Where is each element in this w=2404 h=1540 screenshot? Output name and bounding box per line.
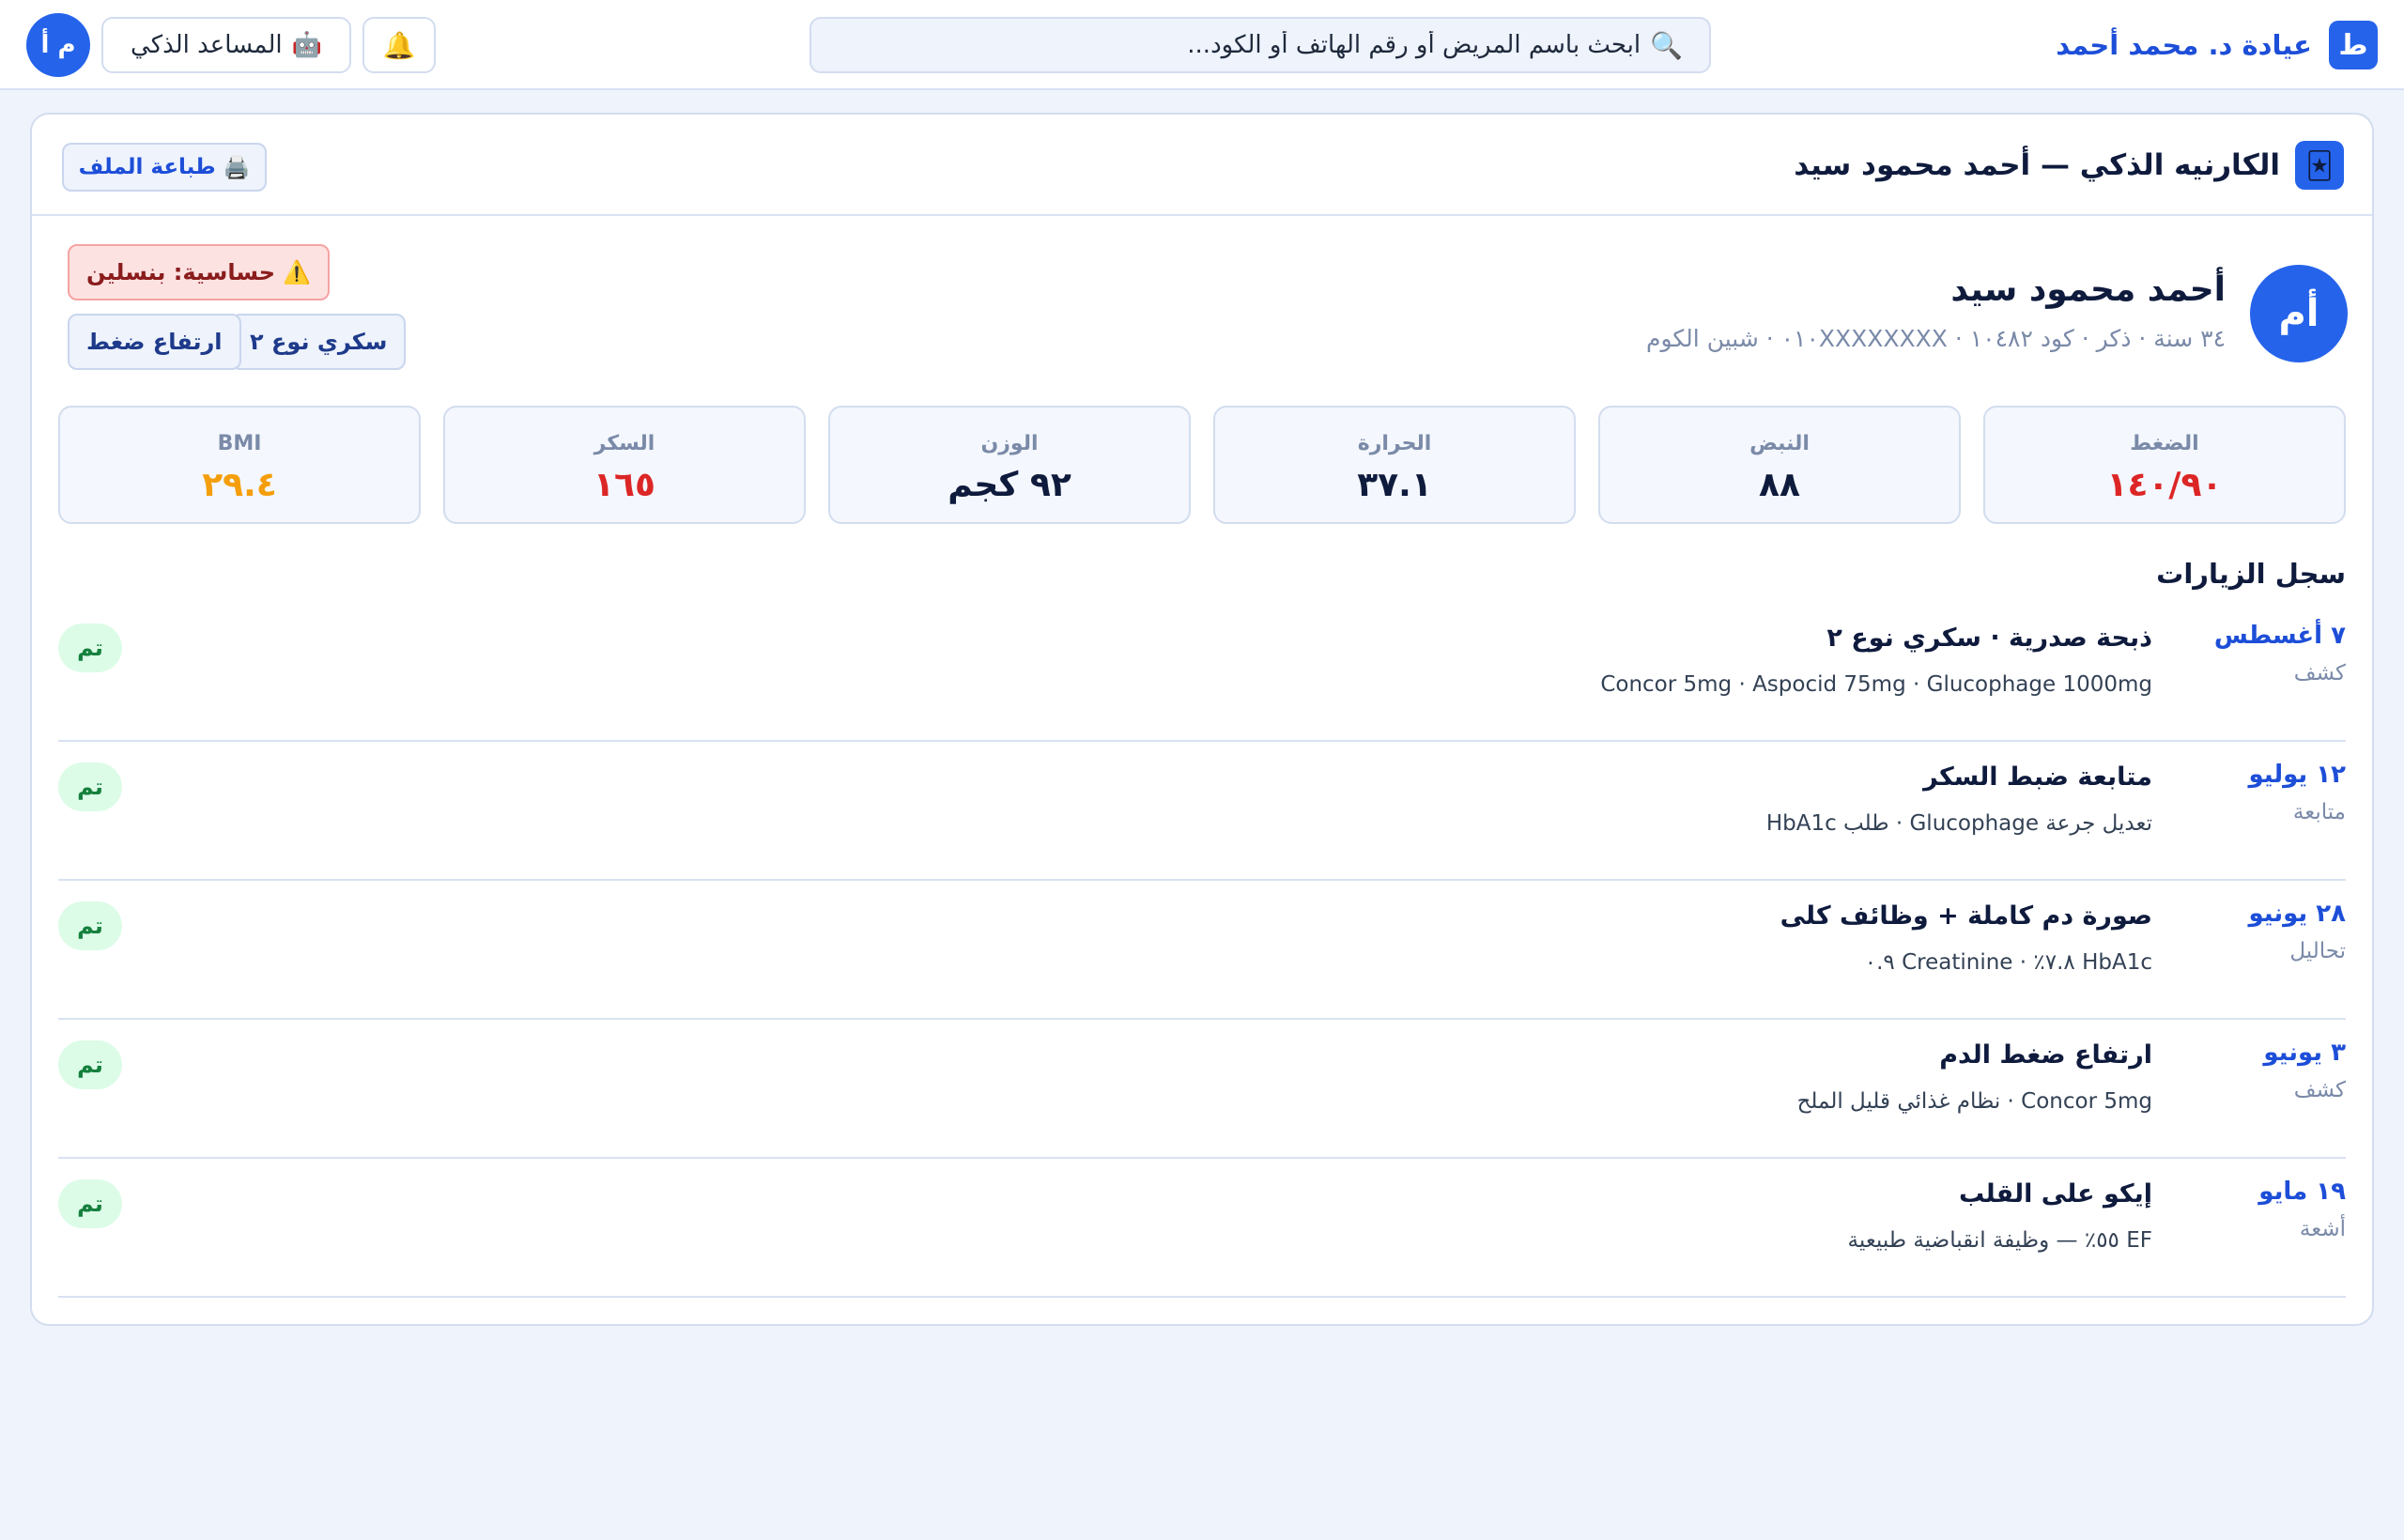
visit-date: ٢٨ يونيو [2248, 900, 2346, 928]
notifications-button[interactable]: 🔔 [362, 17, 436, 73]
vital-value: ١٦٥ [593, 466, 655, 504]
vital-value: ٩٢ كجم [948, 466, 1071, 504]
status-badge: تم [58, 624, 122, 672]
vital-label: الضغط [2130, 432, 2199, 455]
bell-icon: 🔔 [382, 29, 416, 61]
user-avatar[interactable]: م أ [26, 13, 90, 77]
visit-details: EF ٥٥٪ — وظيفة انقباضية طبيعية [1847, 1228, 2152, 1253]
printer-icon: 🖨️ [223, 155, 251, 180]
clinic-name: عيادة د. محمد أحمد [2056, 29, 2312, 61]
vital-label: النبض [1749, 432, 1810, 455]
visit-details: Concor 5mg · Aspocid 75mg · Glucophage 1… [1600, 672, 2152, 697]
visit-row[interactable]: ٣ يونيو كشف ارتفاع ضغط الدم Concor 5mg ·… [58, 1020, 2346, 1159]
vital-card-pulse: النبض ٨٨ [1598, 406, 1961, 524]
visit-title: ذبحة صدرية · سكري نوع ٢ [1826, 624, 2152, 653]
ai-assistant-label: المساعد الذكي [131, 31, 283, 59]
visit-title: ارتفاع ضغط الدم [1939, 1040, 2152, 1070]
search-icon: 🔍 [1650, 29, 1683, 61]
visit-type: كشف [2293, 661, 2346, 685]
status-badge: تم [58, 1179, 122, 1228]
vital-card-sugar: السكر ١٦٥ [443, 406, 806, 524]
patient-avatar: أم [2250, 265, 2348, 362]
clinic-brand[interactable]: ط عيادة د. محمد أحمد [2056, 21, 2378, 69]
visit-history-title: سجل الزيارات [2156, 558, 2346, 590]
vital-card-temperature: الحرارة ٣٧.١ [1213, 406, 1576, 524]
patient-meta: ٣٤ سنة · ذكر · كود ١٠٤٨٢ · ٠١٠XXXXXXXX ·… [1645, 325, 2226, 352]
visit-title: صورة دم كاملة + وظائف كلى [1780, 901, 2152, 931]
visit-row[interactable]: ٧ أغسطس كشف ذبحة صدرية · سكري نوع ٢ Conc… [58, 603, 2346, 742]
visit-details: Concor 5mg · نظام غذائي قليل الملح [1796, 1089, 2152, 1114]
vital-value: ٣٧.١ [1357, 466, 1432, 504]
print-file-label: طباعة الملف [78, 155, 216, 179]
robot-icon: 🤖 [291, 31, 322, 59]
warning-icon: ⚠️ [283, 259, 311, 285]
visit-date: ١٩ مايو [2258, 1178, 2346, 1206]
status-badge: تم [58, 1040, 122, 1089]
allergy-badge: ⚠️ حساسية: بنسلين [68, 244, 330, 300]
condition-tag-diabetes: سكري نوع ٢ [231, 314, 407, 370]
patient-name: أحمد محمود سيد [1950, 270, 2226, 309]
vital-value: ٢٩.٤ [202, 466, 277, 504]
vital-card-weight: الوزن ٩٢ كجم [828, 406, 1191, 524]
top-bar: ط عيادة د. محمد أحمد 🔍 🔔 🤖 المساعد الذكي… [0, 0, 2404, 90]
vital-label: BMI [217, 432, 262, 455]
search-input[interactable] [838, 31, 1641, 59]
visit-row[interactable]: ١٢ يوليو متابعة متابعة ضبط السكر تعديل ج… [58, 742, 2346, 881]
visit-date: ٧ أغسطس [2213, 622, 2346, 650]
visit-type: متابعة [2292, 800, 2346, 824]
allergy-text: حساسية: بنسلين [86, 259, 276, 285]
visit-title: متابعة ضبط السكر [1923, 762, 2152, 792]
vital-card-bmi: BMI ٢٩.٤ [58, 406, 421, 524]
card-icon: 🃏 [2295, 141, 2344, 190]
vital-label: الوزن [980, 432, 1039, 455]
vital-value: ٨٨ [1759, 466, 1800, 504]
ai-assistant-button[interactable]: 🤖 المساعد الذكي [101, 17, 351, 73]
vital-card-blood-pressure: الضغط ١٤٠/٩٠ [1983, 406, 2346, 524]
card-title-group: 🃏 الكارنيه الذكي — أحمد محمود سيد [1794, 141, 2344, 190]
visit-type: تحاليل [2289, 939, 2346, 963]
visit-date: ٣ يونيو [2263, 1039, 2346, 1067]
vital-label: السكر [593, 432, 655, 455]
vital-value: ١٤٠/٩٠ [2106, 466, 2223, 504]
visit-row[interactable]: ٢٨ يونيو تحاليل صورة دم كاملة + وظائف كل… [58, 881, 2346, 1020]
visit-type: كشف [2293, 1078, 2346, 1102]
visit-type: أشعة [2299, 1217, 2346, 1241]
visit-details: HbA1c ٧.٨٪ · Creatinine ٠.٩ [1864, 950, 2152, 975]
status-badge: تم [58, 901, 122, 950]
visit-title: إيكو على القلب [1958, 1179, 2152, 1209]
visit-row[interactable]: ١٩ مايو أشعة إيكو على القلب EF ٥٥٪ — وظي… [58, 1159, 2346, 1298]
status-badge: تم [58, 762, 122, 811]
card-title: الكارنيه الذكي — أحمد محمود سيد [1794, 148, 2280, 182]
print-file-button[interactable]: 🖨️ طباعة الملف [62, 143, 267, 192]
vital-label: الحرارة [1357, 432, 1432, 455]
visit-date: ١٢ يوليو [2248, 761, 2346, 789]
condition-tag-hypertension: ارتفاع ضغط [68, 314, 241, 370]
card-header: 🃏 الكارنيه الذكي — أحمد محمود سيد 🖨️ طبا… [32, 115, 2372, 216]
patient-search[interactable]: 🔍 [809, 17, 1711, 73]
clinic-logo: ط [2329, 21, 2378, 69]
smart-card-panel: 🃏 الكارنيه الذكي — أحمد محمود سيد 🖨️ طبا… [30, 113, 2374, 1326]
visit-details: تعديل جرعة Glucophage · طلب HbA1c [1765, 811, 2152, 836]
